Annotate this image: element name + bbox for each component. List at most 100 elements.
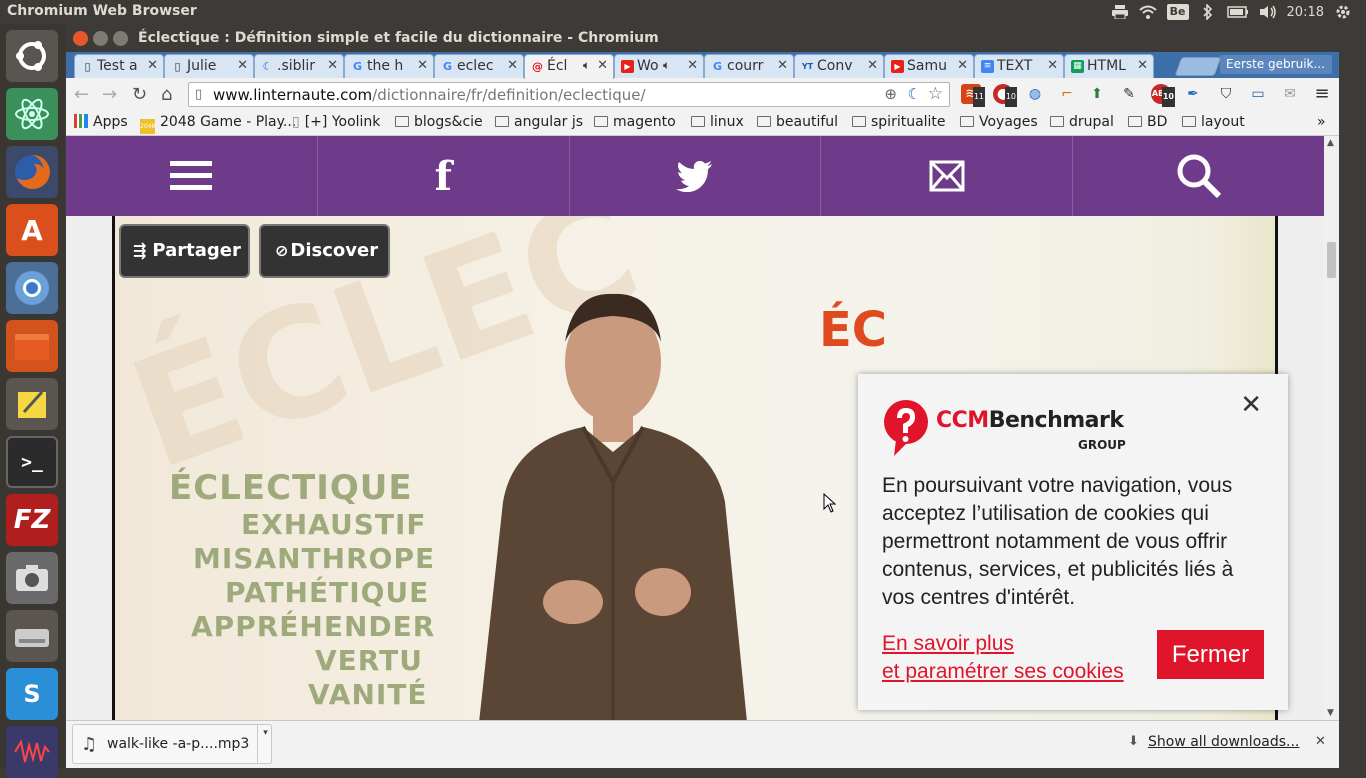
scroll-up-icon[interactable]: ▲ <box>1327 138 1334 148</box>
twitter-share-button[interactable] <box>570 136 822 216</box>
bookmark-folder-drupal[interactable]: drupal <box>1050 114 1114 130</box>
tab-eclec[interactable]: Geclec ✕ <box>434 54 524 78</box>
profile-button[interactable]: Eerste gebruik... <box>1220 55 1332 74</box>
terminal-icon[interactable]: >_ <box>6 436 58 488</box>
download-options-icon[interactable]: ▾ <box>257 725 273 763</box>
keyboard-layout-indicator[interactable]: Be <box>1166 4 1189 20</box>
tab-julie[interactable]: ▯ Julie ✕ <box>164 54 254 78</box>
bookmark-yoolink[interactable]: ▯ [+] Yoolink <box>292 114 380 130</box>
adblock-icon[interactable]: ABP10 <box>1151 84 1175 107</box>
wifi-icon[interactable] <box>1139 3 1157 21</box>
email-share-button[interactable] <box>821 136 1074 216</box>
tab-html[interactable]: ▦ HTML ✕ <box>1064 54 1154 78</box>
screen-capture-icon[interactable]: ▭ <box>1248 84 1268 104</box>
audacity-icon[interactable] <box>6 726 58 778</box>
color-picker-icon[interactable]: ✒ <box>1183 84 1203 104</box>
close-window-button[interactable] <box>73 31 88 46</box>
extension-rss-icon[interactable]: ≋ 11 <box>961 84 985 107</box>
tab-wo[interactable]: ▶ Wo 🔈︎ ✕ <box>614 54 704 78</box>
bookmark-folder-spiritualite[interactable]: spiritualite <box>852 114 946 130</box>
eyedropper-icon[interactable]: ✎ <box>1119 84 1139 104</box>
bookmark-folder-angular[interactable]: angular js <box>495 114 583 130</box>
tab-text[interactable]: ≡ TEXT ✕ <box>974 54 1064 78</box>
bookmark-folder-voyages[interactable]: Voyages <box>960 114 1038 130</box>
close-tab-icon[interactable]: ✕ <box>417 58 428 73</box>
software-center-icon[interactable]: A <box>6 204 58 256</box>
forward-icon[interactable]: → <box>102 84 117 105</box>
cookie-close-icon[interactable]: ✕ <box>1240 390 1262 420</box>
home-icon[interactable]: ⌂ <box>161 84 172 105</box>
show-all-downloads-link[interactable]: Show all downloads... <box>1148 734 1299 750</box>
volume-icon[interactable] <box>1259 3 1277 21</box>
cookie-close-button[interactable]: Fermer <box>1157 630 1264 679</box>
firefox-icon[interactable] <box>6 146 58 198</box>
reload-icon[interactable]: ↻ <box>132 84 147 105</box>
extension-stop-icon[interactable]: ● 10 <box>993 84 1017 107</box>
mail-extension-icon[interactable]: ✉ <box>1280 84 1300 104</box>
site-search-button[interactable] <box>1073 136 1324 216</box>
atom-editor-icon[interactable] <box>6 88 58 140</box>
bookmark-folder-magento[interactable]: magento <box>594 114 676 130</box>
gear-icon[interactable] <box>1334 3 1352 21</box>
tab-samu[interactable]: ▶ Samu ✕ <box>884 54 974 78</box>
close-tab-icon[interactable]: ✕ <box>687 58 698 73</box>
close-tab-icon[interactable]: ✕ <box>957 58 968 73</box>
filezilla-icon[interactable]: FZ <box>6 494 58 546</box>
bookmark-folder-bd[interactable]: BD <box>1128 114 1167 130</box>
site-menu-button[interactable] <box>66 136 318 216</box>
close-download-shelf-icon[interactable]: ✕ <box>1315 734 1326 749</box>
chromium-icon[interactable] <box>6 262 58 314</box>
ruler-icon[interactable]: ⌐ <box>1057 84 1077 104</box>
tab-conv[interactable]: YT Conv ✕ <box>794 54 884 78</box>
scrollbar-thumb[interactable] <box>1327 242 1336 278</box>
close-tab-icon[interactable]: ✕ <box>867 58 878 73</box>
basket-icon[interactable]: ⛉ <box>1216 84 1236 104</box>
maximize-window-button[interactable] <box>113 31 128 46</box>
page-scrollbar[interactable]: ▲ ▼ <box>1324 136 1339 720</box>
facebook-share-button[interactable]: f <box>318 136 570 216</box>
bookmark-apps[interactable]: Apps <box>74 114 128 130</box>
cookie-settings-link[interactable]: En savoir plus et paramétrer ses cookies <box>882 630 1124 686</box>
bookmark-folder-blogs[interactable]: blogs&cie <box>395 114 483 130</box>
text-editor-icon[interactable] <box>6 378 58 430</box>
bookmark-folder-layout[interactable]: layout <box>1182 114 1245 130</box>
zoom-icon[interactable]: ⊕ <box>884 85 897 103</box>
close-tab-icon[interactable]: ✕ <box>507 58 518 73</box>
tab-courr[interactable]: Gcourr ✕ <box>704 54 794 78</box>
menu-icon[interactable]: ≡ <box>1312 84 1332 104</box>
close-tab-icon[interactable]: ✕ <box>777 58 788 73</box>
discover-button[interactable]: ⊘ Discover <box>259 224 390 278</box>
tab-siblings[interactable]: ☾ .siblir ✕ <box>254 54 344 78</box>
tab-test[interactable]: ▯ Test a ✕ <box>74 54 164 78</box>
star-icon[interactable]: ☆ <box>928 84 943 104</box>
printer-icon[interactable] <box>1111 3 1129 21</box>
back-icon[interactable]: ← <box>74 84 89 105</box>
tab-eclectique-active[interactable]: @ Écl 🔈︎ ✕ <box>524 54 614 79</box>
download-item[interactable]: ♫ walk-like -a-p....mp3 ▾ <box>72 724 272 764</box>
bluetooth-icon[interactable] <box>1199 3 1217 21</box>
camera-icon[interactable] <box>6 552 58 604</box>
close-tab-icon[interactable]: ✕ <box>1047 58 1058 73</box>
minimize-window-button[interactable] <box>93 31 108 46</box>
address-bar[interactable]: ▯ www.linternaute.com/dictionnaire/fr/de… <box>188 82 950 107</box>
battery-icon[interactable] <box>1226 3 1249 21</box>
new-tab-button[interactable] <box>1174 57 1222 76</box>
bookmarks-overflow-button[interactable]: » <box>1317 114 1326 130</box>
files-icon[interactable] <box>6 320 58 372</box>
bookmark-folder-linux[interactable]: linux <box>691 114 744 130</box>
ubuntu-dash-icon[interactable] <box>6 30 58 82</box>
moon-icon[interactable]: ☾ <box>908 85 921 103</box>
close-tab-icon[interactable]: ✕ <box>147 58 158 73</box>
close-tab-icon[interactable]: ✕ <box>327 58 338 73</box>
scroll-down-icon[interactable]: ▼ <box>1327 708 1334 718</box>
close-tab-icon[interactable]: ✕ <box>1137 58 1148 73</box>
clock[interactable]: 20:18 <box>1287 5 1324 20</box>
tab-the-h[interactable]: Gthe h ✕ <box>344 54 434 78</box>
disk-icon[interactable] <box>6 610 58 662</box>
arrow-extension-icon[interactable]: ⬆ <box>1087 84 1107 104</box>
skype-icon[interactable]: S <box>6 668 58 720</box>
bookmark-folder-beautiful[interactable]: beautiful <box>757 114 838 130</box>
bookmark-2048[interactable]: 2048 2048 Game - Play... <box>140 114 296 134</box>
share-button[interactable]: ⇶ Partager <box>119 224 250 278</box>
close-tab-icon[interactable]: ✕ <box>597 58 608 73</box>
